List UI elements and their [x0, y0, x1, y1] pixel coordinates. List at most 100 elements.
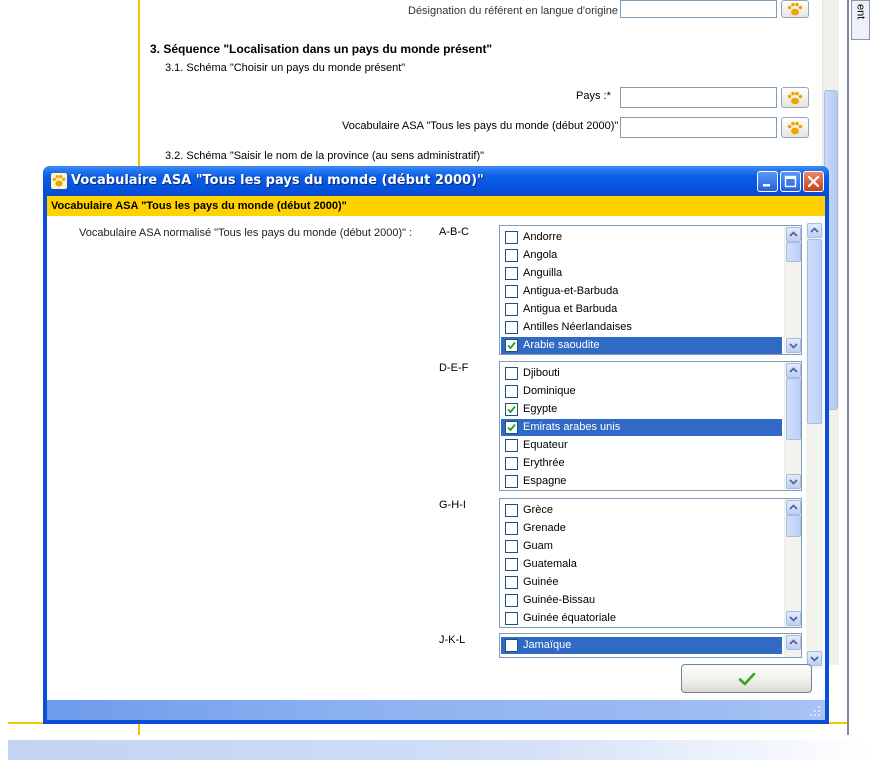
country-item[interactable]: Grèce — [501, 502, 782, 519]
pays-input[interactable] — [620, 87, 777, 108]
scroll-down-button[interactable] — [786, 338, 801, 353]
country-checkbox[interactable] — [505, 504, 518, 517]
dialog-scroll-thumb[interactable] — [807, 239, 822, 424]
country-item[interactable]: Guatemala — [501, 556, 782, 573]
country-item[interactable]: Equateur — [501, 437, 782, 454]
country-checkbox[interactable] — [505, 439, 518, 452]
chevron-up-icon — [789, 367, 798, 373]
country-listbox[interactable]: Djibouti Dominique Egypte Emirats arabes un… — [499, 361, 802, 491]
country-item[interactable]: Erythrée — [501, 455, 782, 472]
country-checkbox[interactable] — [505, 540, 518, 553]
country-label: Anguilla — [523, 267, 563, 279]
country-item[interactable]: Guinée équatoriale — [501, 610, 782, 627]
chevron-up-icon — [810, 227, 819, 233]
country-listbox[interactable]: Andorre Angola Anguilla Antigua-et-Barbuda A… — [499, 225, 802, 355]
scroll-down-button[interactable] — [786, 474, 801, 489]
country-checkbox[interactable] — [505, 267, 518, 280]
country-item[interactable]: Andorre — [501, 229, 782, 246]
checkbox-check-icon — [507, 405, 516, 414]
dialog-scrollbar[interactable] — [806, 223, 823, 668]
country-item[interactable]: Espagne — [501, 473, 782, 490]
country-item[interactable]: Jamaïque — [501, 637, 782, 654]
country-item[interactable]: Dominique — [501, 383, 782, 400]
vocabulary-input[interactable] — [620, 117, 777, 138]
side-tab[interactable]: ent — [851, 0, 870, 40]
checkbox-check-icon — [507, 341, 516, 350]
schema-3-1-label: 3.1. Schéma "Choisir un pays du monde pr… — [165, 62, 406, 74]
vocabulary-label: Vocabulaire ASA "Tous les pays du monde … — [342, 120, 629, 132]
country-checkbox[interactable] — [505, 403, 518, 416]
country-listbox[interactable]: Grèce Grenade Guam Guatemala Guinée Guinée-Bi… — [499, 498, 802, 628]
country-checkbox[interactable] — [505, 385, 518, 398]
maximize-button[interactable] — [780, 171, 801, 192]
scroll-thumb[interactable] — [786, 378, 801, 440]
scroll-down-button[interactable] — [786, 611, 801, 626]
country-item[interactable]: Grenade — [501, 520, 782, 537]
country-checkbox[interactable] — [505, 231, 518, 244]
country-item[interactable]: Antigua et Barbuda — [501, 301, 782, 318]
country-checkbox[interactable] — [505, 339, 518, 352]
paw-icon — [787, 91, 803, 104]
paw-icon — [51, 173, 67, 189]
country-checkbox[interactable] — [505, 475, 518, 488]
country-checkbox[interactable] — [505, 594, 518, 607]
scroll-up-button[interactable] — [786, 227, 801, 242]
listbox-scrollbar[interactable] — [784, 499, 801, 627]
dialog-titlebar[interactable]: Vocabulaire ASA "Tous les pays du monde … — [43, 166, 829, 196]
country-checkbox[interactable] — [505, 639, 518, 652]
bottom-status-strip — [8, 740, 870, 760]
close-icon — [807, 175, 820, 188]
checkmark-icon — [738, 672, 756, 686]
pays-picker-button[interactable] — [781, 87, 809, 108]
country-label: Emirats arabes unis — [523, 421, 621, 433]
country-item[interactable]: Emirats arabes unis — [501, 419, 782, 436]
country-item[interactable]: Egypte — [501, 401, 782, 418]
country-item[interactable]: Anguilla — [501, 265, 782, 282]
scroll-up-button[interactable] — [786, 363, 801, 378]
country-checkbox[interactable] — [505, 285, 518, 298]
country-checkbox[interactable] — [505, 612, 518, 625]
country-label: Jamaïque — [523, 639, 572, 651]
country-listbox[interactable]: Jamaïque — [499, 633, 802, 658]
dialog-title: Vocabulaire ASA "Tous les pays du monde … — [71, 173, 484, 188]
scroll-up-button[interactable] — [786, 500, 801, 515]
country-label: Andorre — [523, 231, 563, 243]
country-checkbox[interactable] — [505, 249, 518, 262]
vocabulary-open-button[interactable] — [781, 117, 809, 138]
close-button[interactable] — [803, 171, 824, 192]
country-item[interactable]: Arabie saoudite — [501, 337, 782, 354]
country-checkbox[interactable] — [505, 457, 518, 470]
country-checkbox[interactable] — [505, 303, 518, 316]
resize-grip-icon[interactable] — [809, 705, 821, 717]
country-item[interactable]: Angola — [501, 247, 782, 264]
original-designation-label: Désignation du référent en langue d'orig… — [408, 5, 625, 17]
scroll-thumb[interactable] — [786, 242, 801, 262]
scroll-up-button[interactable] — [786, 635, 801, 650]
vocabulary-picker-button[interactable] — [781, 0, 809, 18]
country-item[interactable]: Guam — [501, 538, 782, 555]
minimize-button[interactable] — [757, 171, 778, 192]
country-checkbox[interactable] — [505, 321, 518, 334]
listbox-scrollbar[interactable] — [784, 362, 801, 490]
listbox-scrollbar[interactable] — [784, 226, 801, 354]
country-item[interactable]: Guinée-Bissau — [501, 592, 782, 609]
country-item[interactable]: Guinée — [501, 574, 782, 591]
country-checkbox[interactable] — [505, 367, 518, 380]
confirm-button[interactable] — [681, 664, 812, 693]
section-3-title: 3. Séquence "Localisation dans un pays d… — [150, 42, 493, 56]
form-right-border — [847, 0, 849, 735]
country-item[interactable]: Antigua-et-Barbuda — [501, 283, 782, 300]
country-label: Grenade — [523, 522, 566, 534]
country-checkbox[interactable] — [505, 522, 518, 535]
country-checkbox[interactable] — [505, 558, 518, 571]
country-item[interactable]: Djibouti — [501, 365, 782, 382]
country-checkbox[interactable] — [505, 421, 518, 434]
country-label: Erythrée — [523, 457, 565, 469]
country-checkbox[interactable] — [505, 576, 518, 589]
country-label: Djibouti — [523, 367, 560, 379]
original-designation-input[interactable] — [620, 0, 777, 18]
country-item[interactable]: Antilles Néerlandaises — [501, 319, 782, 336]
dialog-scroll-up-button[interactable] — [807, 223, 822, 238]
scroll-thumb[interactable] — [786, 515, 801, 537]
listbox-scrollbar[interactable] — [784, 634, 801, 657]
